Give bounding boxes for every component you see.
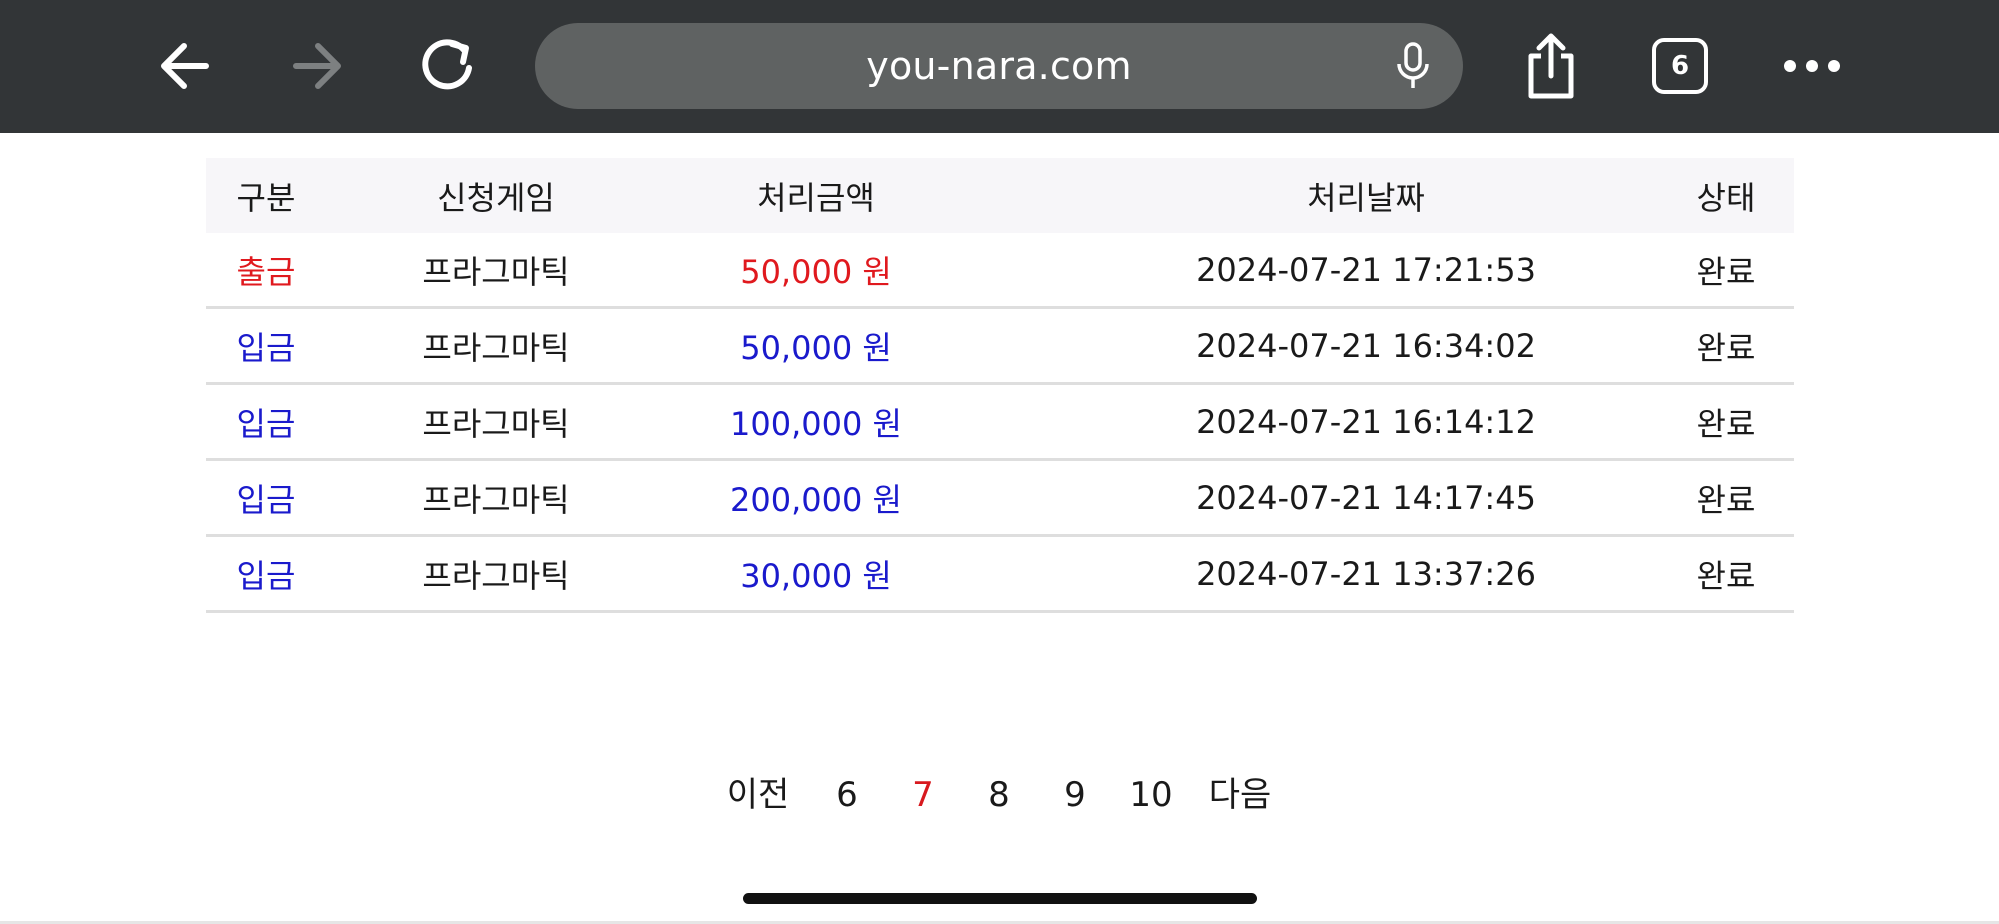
cell-amount: 50,000 원: [740, 328, 892, 367]
home-indicator[interactable]: [743, 893, 1257, 904]
cell-status: 완료: [1696, 404, 1756, 443]
cell-date: 2024-07-21 16:34:02: [1196, 326, 1536, 365]
back-button[interactable]: [150, 30, 222, 102]
cell-date: 2024-07-21 17:21:53: [1196, 250, 1536, 289]
cell-type: 입금: [236, 556, 296, 595]
header-type: 구분: [236, 178, 296, 217]
cell-date: 2024-07-21 16:14:12: [1196, 402, 1536, 441]
table-header: 구분 신청게임 처리금액 처리날짜 상태: [206, 158, 1794, 233]
back-arrow-icon: [161, 43, 209, 89]
cell-status: 완료: [1696, 328, 1756, 367]
transaction-table: 구분 신청게임 처리금액 처리날짜 상태 출금 프라그마틱 50,000 원 2…: [206, 158, 1794, 613]
url-text: you-nara.com: [866, 44, 1132, 88]
page-link-7-current[interactable]: 7: [903, 770, 943, 820]
cell-type: 입금: [236, 328, 296, 367]
page-link-8[interactable]: 8: [979, 770, 1019, 820]
cell-amount: 50,000 원: [740, 252, 892, 291]
address-bar[interactable]: you-nara.com: [535, 23, 1463, 109]
cell-date: 2024-07-21 13:37:26: [1196, 554, 1536, 593]
forward-arrow-icon: [293, 43, 341, 89]
tab-count: 6: [1670, 51, 1690, 81]
table-row: 입금 프라그마틱 100,000 원 2024-07-21 16:14:12 완…: [206, 385, 1794, 461]
cell-status: 완료: [1696, 252, 1756, 291]
cell-amount: 200,000 원: [730, 480, 902, 519]
microphone-button[interactable]: [1389, 42, 1437, 90]
pagination: 이전 6 7 8 9 10 다음: [0, 770, 1999, 820]
table-row: 입금 프라그마틱 200,000 원 2024-07-21 14:17:45 완…: [206, 461, 1794, 537]
cell-game: 프라그마틱: [422, 556, 570, 595]
cell-type: 출금: [236, 252, 296, 291]
header-date: 처리날짜: [1307, 178, 1425, 217]
page-link-9[interactable]: 9: [1055, 770, 1095, 820]
cell-date: 2024-07-21 14:17:45: [1196, 478, 1536, 517]
forward-button[interactable]: [280, 30, 352, 102]
page-link-10[interactable]: 10: [1126, 770, 1176, 820]
browser-toolbar: you-nara.com 6: [0, 0, 1999, 133]
prev-page-link[interactable]: 이전: [718, 770, 798, 820]
more-button[interactable]: [1776, 30, 1848, 102]
share-button[interactable]: [1515, 30, 1587, 102]
cell-game: 프라그마틱: [422, 480, 570, 519]
cell-status: 완료: [1696, 556, 1756, 595]
cell-type: 입금: [236, 480, 296, 519]
table-row: 입금 프라그마틱 30,000 원 2024-07-21 13:37:26 완료: [206, 537, 1794, 613]
reload-button[interactable]: [412, 30, 484, 102]
header-game: 신청게임: [437, 178, 555, 217]
cell-game: 프라그마틱: [422, 252, 570, 291]
cell-game: 프라그마틱: [422, 404, 570, 443]
cell-amount: 30,000 원: [740, 556, 892, 595]
header-status: 상태: [1696, 178, 1756, 217]
next-page-link[interactable]: 다음: [1200, 770, 1280, 820]
tabs-button[interactable]: 6: [1652, 38, 1708, 94]
header-amount: 처리금액: [757, 178, 875, 217]
more-icon: [1784, 60, 1840, 72]
page-link-6[interactable]: 6: [827, 770, 867, 820]
share-icon: [1528, 33, 1574, 99]
reload-icon: [422, 39, 472, 90]
cell-status: 완료: [1696, 480, 1756, 519]
cell-amount: 100,000 원: [730, 404, 902, 443]
cell-game: 프라그마틱: [422, 328, 570, 367]
cell-type: 입금: [236, 404, 296, 443]
microphone-icon: [1397, 42, 1429, 88]
table-row: 출금 프라그마틱 50,000 원 2024-07-21 17:21:53 완료: [206, 233, 1794, 309]
table-row: 입금 프라그마틱 50,000 원 2024-07-21 16:34:02 완료: [206, 309, 1794, 385]
